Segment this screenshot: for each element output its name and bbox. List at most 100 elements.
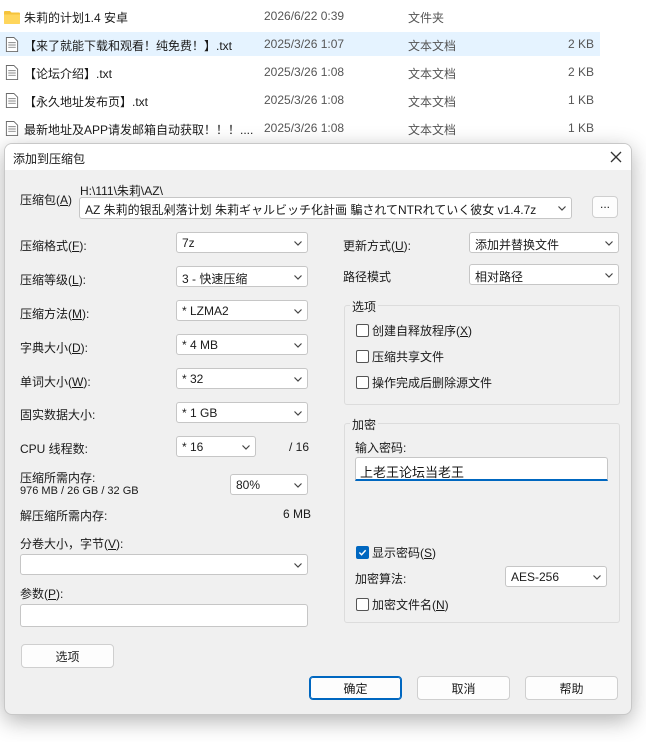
chevron-down-icon [294, 563, 302, 568]
level-value: 3 - 快速压缩 [182, 272, 248, 286]
file-date: 2025/3/26 1:07 [264, 37, 345, 51]
encrypt-names-label: 加密文件名(N) [372, 598, 449, 612]
level-label: 压缩等级(L): [20, 273, 87, 287]
solid-select[interactable]: * 1 GB [176, 402, 308, 423]
add-to-archive-dialog: 添加到压缩包 压缩包(A) H:\111\朱莉\AZ\ AZ 朱莉的银乱剁落计划… [4, 143, 632, 715]
word-select[interactable]: * 32 [176, 368, 308, 389]
shared-files-checkbox[interactable]: 压缩共享文件 [356, 348, 444, 365]
solid-label: 固实数据大小: [20, 408, 96, 422]
file-row[interactable]: 【永久地址发布页】.txt 2025/3/26 1:08 文本文档 1 KB [0, 88, 600, 112]
params-input[interactable] [20, 604, 308, 627]
checkbox-box [356, 598, 369, 611]
threads-value: * 16 [182, 440, 204, 454]
file-type: 文本文档 [408, 123, 457, 137]
password-value: 上老王论坛当老王 [360, 465, 465, 480]
chevron-down-icon [605, 273, 613, 278]
checkmark-icon [358, 549, 367, 556]
format-value: 7z [182, 236, 195, 250]
help-button[interactable]: 帮助 [525, 676, 618, 700]
chevron-down-icon [294, 309, 302, 314]
dict-select[interactable]: * 4 MB [176, 334, 308, 355]
update-mode-select[interactable]: 添加并替换文件 [469, 232, 619, 253]
password-input[interactable]: 上老王论坛当老王 [355, 457, 608, 481]
shared-files-label: 压缩共享文件 [372, 350, 445, 364]
file-name: 朱莉的计划1.4 安卓 [24, 11, 129, 25]
volume-select[interactable] [20, 554, 308, 575]
word-value: * 32 [182, 372, 204, 386]
show-password-checkbox[interactable]: 显示密码(S) [356, 544, 436, 561]
solid-value: * 1 GB [182, 406, 218, 420]
memory-detail: 976 MB / 26 GB / 32 GB [20, 485, 139, 497]
file-name: 最新地址及APP请发邮箱自动获取！！！.... [24, 123, 254, 137]
checkbox-box-checked [356, 546, 369, 559]
delete-source-label: 操作完成后删除源文件 [372, 376, 493, 390]
encrypt-method-select[interactable]: AES-256 [505, 566, 607, 587]
text-file-icon [5, 37, 19, 52]
chevron-down-icon [294, 411, 302, 416]
checkbox-box [356, 376, 369, 389]
path-mode-value: 相对路径 [475, 270, 524, 284]
params-label: 参数(P): [20, 587, 64, 601]
encryption-group-title: 加密 [350, 416, 379, 433]
file-date: 2025/3/26 1:08 [264, 93, 345, 107]
archive-label: 压缩包(A) [20, 193, 73, 207]
file-list: 朱莉的计划1.4 安卓 2026/6/22 0:39 文件夹 【来了就能下载和观… [0, 0, 646, 148]
chevron-down-icon [242, 445, 250, 450]
delete-source-checkbox[interactable]: 操作完成后删除源文件 [356, 374, 492, 391]
dict-value: * 4 MB [182, 338, 219, 352]
file-type: 文本文档 [408, 39, 457, 53]
decomp-memory-label: 解压缩所需内存: [20, 509, 108, 523]
browse-button[interactable]: ... [592, 196, 618, 218]
update-mode-label: 更新方式(U): [343, 239, 412, 253]
level-select[interactable]: 3 - 快速压缩 [176, 266, 308, 287]
text-file-icon [5, 121, 19, 136]
chevron-down-icon [294, 241, 302, 246]
chevron-down-icon [605, 241, 613, 246]
password-label: 输入密码: [355, 441, 407, 455]
method-select[interactable]: * LZMA2 [176, 300, 308, 321]
file-row[interactable]: 【来了就能下载和观看！纯免费！】.txt 2025/3/26 1:07 文本文档… [0, 32, 600, 56]
file-type: 文件夹 [408, 11, 445, 25]
file-row[interactable]: 【论坛介绍】.txt 2025/3/26 1:08 文本文档 2 KB [0, 60, 600, 84]
text-file-icon [5, 93, 19, 108]
encrypt-method-value: AES-256 [511, 570, 560, 584]
folder-icon [4, 11, 20, 24]
decomp-memory-value: 6 MB [283, 507, 312, 521]
word-label: 单词大小(W): [20, 375, 91, 389]
file-date: 2025/3/26 1:08 [264, 65, 345, 79]
file-name: 【来了就能下载和观看！纯免费！】.txt [24, 39, 233, 53]
ok-button[interactable]: 确定 [309, 676, 402, 700]
cancel-button[interactable]: 取消 [417, 676, 510, 700]
file-type: 文本文档 [408, 67, 457, 81]
file-name: 【论坛介绍】.txt [24, 67, 113, 81]
file-type: 文本文档 [408, 95, 457, 109]
sfx-checkbox[interactable]: 创建自释放程序(X) [356, 322, 472, 339]
chevron-down-icon [593, 575, 601, 580]
archive-name-combo[interactable]: AZ 朱莉的银乱剁落计划 朱莉ギャルビッチ化計画 騙されてNTRれていく彼女 v… [79, 197, 572, 219]
path-mode-label: 路径模式 [343, 270, 392, 284]
volume-label: 分卷大小，字节(V): [20, 537, 124, 551]
threads-max: / 16 [289, 440, 310, 454]
memory-percent-value: 80% [236, 478, 261, 492]
file-row[interactable]: 朱莉的计划1.4 安卓 2026/6/22 0:39 文件夹 [0, 4, 600, 28]
file-size: 2 KB [567, 37, 594, 51]
close-icon [610, 151, 622, 163]
method-value: * LZMA2 [182, 304, 229, 318]
close-button[interactable] [605, 146, 627, 168]
chevron-down-icon [558, 206, 566, 211]
file-size: 2 KB [567, 65, 594, 79]
threads-select[interactable]: * 16 [176, 436, 256, 457]
path-mode-select[interactable]: 相对路径 [469, 264, 619, 285]
dict-label: 字典大小(D): [20, 341, 89, 355]
options-group-title: 选项 [350, 298, 379, 315]
chevron-down-icon [294, 343, 302, 348]
checkbox-box [356, 324, 369, 337]
update-mode-value: 添加并替换文件 [475, 238, 560, 252]
format-select[interactable]: 7z [176, 232, 308, 253]
options-button[interactable]: 选项 [21, 644, 114, 668]
title-bar: 添加到压缩包 [5, 144, 631, 170]
encrypt-names-checkbox[interactable]: 加密文件名(N) [356, 596, 449, 613]
file-row[interactable]: 最新地址及APP请发邮箱自动获取！！！.... 2025/3/26 1:08 文… [0, 116, 600, 140]
memory-percent-select[interactable]: 80% [230, 474, 308, 495]
encrypt-method-label: 加密算法: [355, 572, 407, 586]
